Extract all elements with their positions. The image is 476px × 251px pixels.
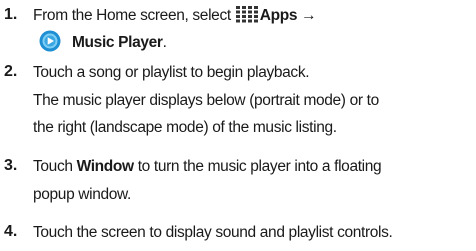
step-number: 4. xyxy=(4,223,18,240)
apps-grid-icon xyxy=(235,6,258,23)
step-3-line-2: popup window. xyxy=(33,186,132,203)
step-2-line-3: the right (landscape mode) of the music … xyxy=(33,119,337,136)
step-number: 1. xyxy=(4,6,18,23)
step-text: to turn the music player into a floating xyxy=(133,158,382,175)
music-player-icon xyxy=(39,30,61,52)
step-4-line-1: Touch the screen to display sound and pl… xyxy=(33,224,393,241)
step-text: From the Home screen, select xyxy=(33,7,235,24)
apps-label: Apps → xyxy=(259,7,317,24)
instruction-page: 1. From the Home screen, select Apps → M… xyxy=(0,0,476,251)
step-2-line-2: The music player displays below (portrai… xyxy=(33,92,379,109)
step-text: . xyxy=(162,34,167,51)
step-number: 2. xyxy=(4,63,18,80)
music-player-label: Music Player xyxy=(72,34,163,51)
step-1-line-2: Music Player. xyxy=(72,33,167,52)
window-label: Window xyxy=(76,158,135,175)
step-text: Touch xyxy=(33,158,77,175)
step-2-line-1: Touch a song or playlist to begin playba… xyxy=(33,64,310,81)
step-number: 3. xyxy=(4,157,18,174)
step-1-line-1: From the Home screen, select Apps → xyxy=(33,6,317,25)
step-3-line-1: Touch Window to turn the music player in… xyxy=(33,157,382,176)
